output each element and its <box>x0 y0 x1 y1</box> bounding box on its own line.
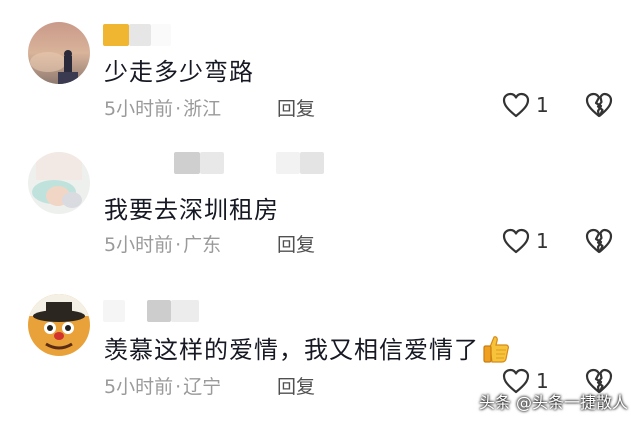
comment-text-body: 羡慕这样的爱情，我又相信爱情了 <box>104 336 479 364</box>
comment-text: 羡慕这样的爱情，我又相信爱情了 <box>104 330 511 370</box>
comment-time: 5小时前 <box>104 234 174 256</box>
avatar-image <box>28 294 90 356</box>
comment-list: 少走多少弯路 5小时前 · 浙江 回复 1 我要去深圳租房 5小时前 · 广东 … <box>0 0 640 427</box>
broken-heart-icon <box>585 228 613 254</box>
avatar[interactable] <box>28 152 90 214</box>
like-button[interactable]: 1 <box>502 228 549 254</box>
like-count: 1 <box>536 229 549 253</box>
comment-text: 我要去深圳租房 <box>104 196 279 224</box>
avatar[interactable] <box>28 294 90 356</box>
comment-item: 羡慕这样的爱情，我又相信爱情了 5小时前 · 辽宁 回复 1 <box>0 0 640 398</box>
dislike-button[interactable] <box>585 228 613 258</box>
watermark: 头条 @头条一捷散人 <box>478 393 628 412</box>
comment-meta: 5小时前 · 辽宁 <box>104 372 221 399</box>
thumbs-up-emoji-icon <box>481 334 511 370</box>
meta-separator: · <box>175 376 182 398</box>
username-redacted[interactable] <box>103 300 199 324</box>
reply-button[interactable]: 回复 <box>277 230 315 257</box>
comment-time: 5小时前 <box>104 376 174 398</box>
reply-button[interactable]: 回复 <box>277 372 315 399</box>
username-redacted[interactable] <box>174 152 324 176</box>
comment-location: 广东 <box>183 234 222 256</box>
comment-location: 辽宁 <box>183 376 222 398</box>
heart-outline-icon <box>502 228 530 254</box>
meta-separator: · <box>175 234 182 256</box>
comment-meta: 5小时前 · 广东 <box>104 230 221 257</box>
avatar-image <box>28 152 90 214</box>
